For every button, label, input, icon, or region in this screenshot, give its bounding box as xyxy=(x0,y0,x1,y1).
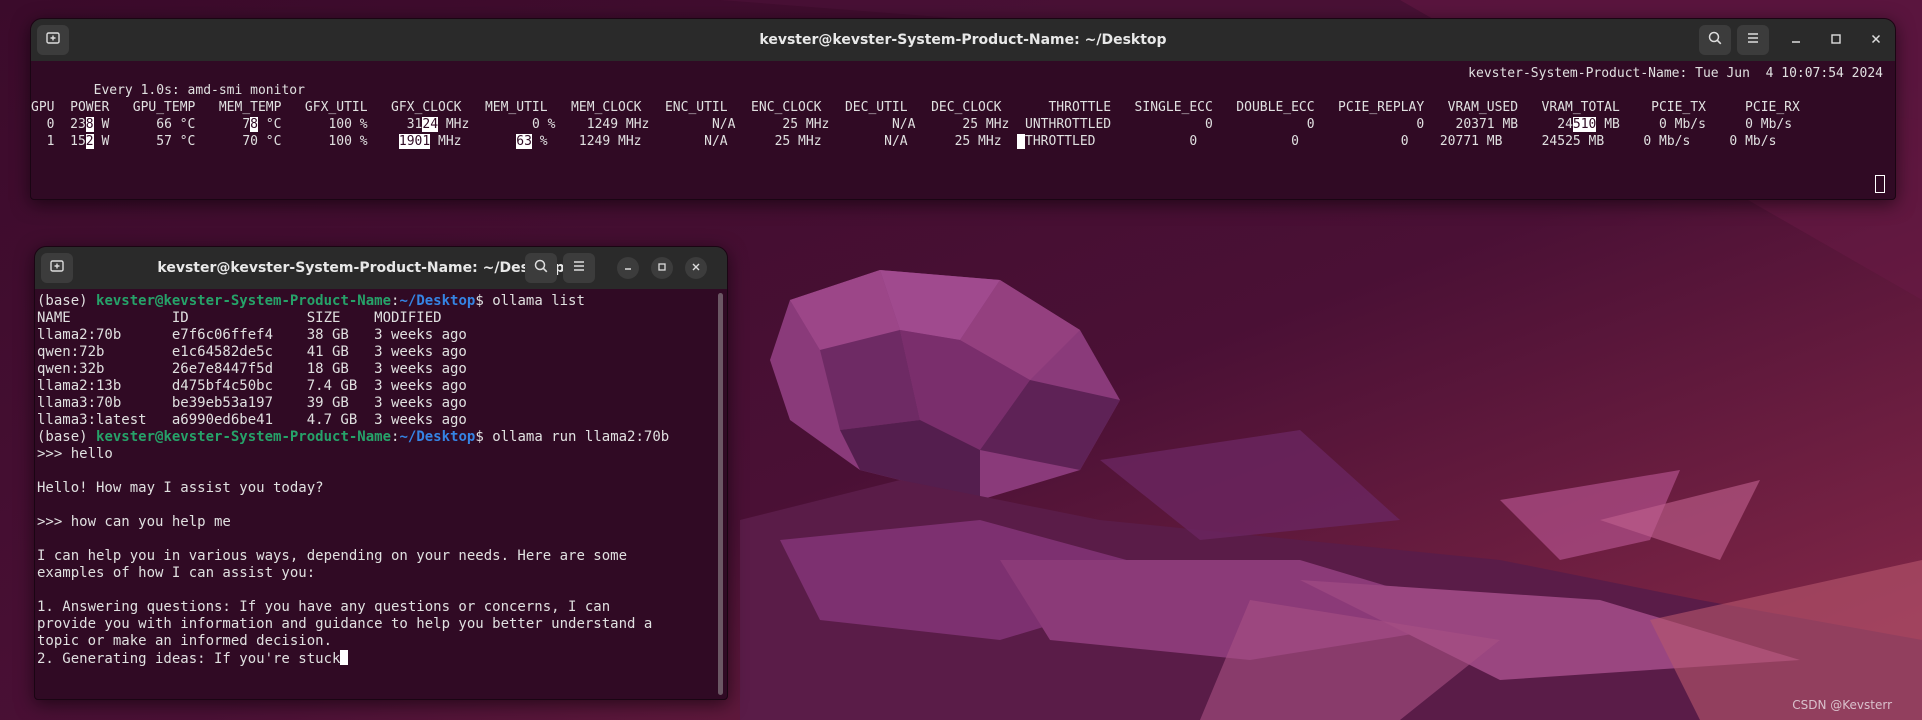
search-icon xyxy=(533,258,549,278)
gpu1-highlight xyxy=(1017,134,1026,149)
window-title: kevster@kevster-System-Product-Name: ~/D… xyxy=(759,32,1167,48)
prompt-user: kevster@kevster-System-Product-Name xyxy=(96,429,392,445)
chat-line: examples of how I can assist you: xyxy=(37,565,316,581)
minimize-icon xyxy=(1790,33,1802,48)
prompt-path: ~/Desktop xyxy=(399,429,476,445)
gpu0-text: MB 0 Mb/s 0 Mb/s xyxy=(1596,117,1793,132)
maximize-icon xyxy=(1830,33,1842,48)
terminal-cursor xyxy=(1875,175,1885,193)
ollama-terminal-window[interactable]: kevster@kevster-System-Product-Name: ~/D… xyxy=(34,246,728,700)
watch-header-line: Every 1.0s: amd-smi monitor kevster-Syst… xyxy=(31,65,1895,98)
model-list-header: NAME ID SIZE MODIFIED xyxy=(37,310,442,326)
new-tab-icon xyxy=(49,258,65,278)
gpu0-highlight: 8 xyxy=(250,117,258,132)
monitor-terminal-window[interactable]: kevster@kevster-System-Product-Name: ~/D… xyxy=(30,18,1896,200)
model-row: llama3:70b be39eb53a197 39 GB 3 weeks ag… xyxy=(37,395,467,411)
search-button[interactable] xyxy=(1699,25,1731,55)
chat-line: topic or make an informed decision. xyxy=(37,633,333,649)
close-button[interactable] xyxy=(1865,29,1887,51)
menu-button[interactable] xyxy=(563,253,595,283)
gpu0-text: °C 100 % 31 xyxy=(258,117,423,132)
terminal-cursor xyxy=(340,650,349,665)
gpu0-highlight: 8 xyxy=(85,117,94,132)
gpu0-highlight: 24 xyxy=(422,117,439,132)
gpu-table-header: GPU POWER GPU_TEMP MEM_TEMP GFX_UTIL GFX… xyxy=(31,100,1800,115)
new-tab-icon xyxy=(45,30,61,50)
prompt-env: (base) xyxy=(37,429,97,445)
model-row: qwen:72b e1c64582de5c 41 GB 3 weeks ago xyxy=(37,344,467,360)
model-row: llama3:latest a6990ed6be41 4.7 GB 3 week… xyxy=(37,412,467,428)
gpu0-text: MHz 0 % 1249 MHz N/A 25 MHz N/A 25 MHz U… xyxy=(438,117,1573,132)
chat-line: Hello! How may I assist you today? xyxy=(37,480,324,496)
chat-line: >>> hello xyxy=(37,446,113,462)
chat-line-last: 2. Generating ideas: If you're stuck xyxy=(37,650,713,667)
model-row: llama2:13b d475bf4c50bc 7.4 GB 3 weeks a… xyxy=(37,378,467,394)
menu-button[interactable] xyxy=(1737,25,1769,55)
prompt-env: (base) xyxy=(37,293,97,309)
monitor-titlebar[interactable]: kevster@kevster-System-Product-Name: ~/D… xyxy=(31,19,1895,61)
new-tab-button[interactable] xyxy=(37,25,69,55)
gpu1-highlight: 1901 xyxy=(398,134,431,149)
prompt-path: ~/Desktop xyxy=(399,293,476,309)
prompt-dollar: $ xyxy=(475,429,493,445)
window-title: kevster@kevster-System-Product-Name: ~/D… xyxy=(157,260,565,276)
ollama-titlebar[interactable]: kevster@kevster-System-Product-Name: ~/D… xyxy=(35,247,727,289)
chat-line xyxy=(37,582,713,599)
gpu-row-1: 1 152 W 57 °C 70 °C 100 % 1901 MHz 63 % … xyxy=(31,133,1895,150)
gpu1-text: W 57 °C 70 °C 100 % xyxy=(93,134,399,149)
watch-header-right: kevster-System-Product-Name: Tue Jun 4 1… xyxy=(1468,66,1883,81)
chat-line: provide you with information and guidanc… xyxy=(37,616,653,632)
prompt-user: kevster@kevster-System-Product-Name xyxy=(96,293,392,309)
minimize-button[interactable] xyxy=(1785,29,1807,51)
maximize-button[interactable] xyxy=(651,257,673,279)
maximize-icon xyxy=(657,261,667,275)
chat-line: 1. Answering questions: If you have any … xyxy=(37,599,611,615)
watch-header-left: Every 1.0s: amd-smi monitor xyxy=(93,83,305,98)
chat-line xyxy=(37,531,713,548)
chat-line: >>> how can you help me xyxy=(37,514,231,530)
prompt-line-1: (base) kevster@kevster-System-Product-Na… xyxy=(37,293,713,310)
model-row: qwen:32b 26e7e8447f5d 18 GB 3 weeks ago xyxy=(37,361,467,377)
gpu1-highlight: 63 xyxy=(516,134,532,149)
gpu-row-0: 0 238 W 66 °C 78 °C 100 % 3124 MHz 0 % 1… xyxy=(31,116,1895,133)
watermark: CSDN @Kevsterr xyxy=(1792,698,1892,712)
minimize-icon xyxy=(623,261,633,275)
maximize-button[interactable] xyxy=(1825,29,1847,51)
monitor-terminal-content[interactable]: Every 1.0s: amd-smi monitor kevster-Syst… xyxy=(31,61,1895,199)
gpu1-highlight: 2 xyxy=(85,134,94,149)
close-icon xyxy=(691,261,701,275)
menu-icon xyxy=(571,258,587,278)
chat-text: 2. Generating ideas: If you're stuck xyxy=(37,651,341,667)
chat-line: I can help you in various ways, dependin… xyxy=(37,548,628,564)
menu-icon xyxy=(1745,30,1761,50)
close-icon xyxy=(1870,33,1882,48)
terminal-scrollbar[interactable] xyxy=(718,293,723,695)
gpu0-text: W 66 °C 7 xyxy=(93,117,251,132)
minimize-button[interactable] xyxy=(617,257,639,279)
command-text: ollama list xyxy=(492,293,585,309)
gpu1-text: MHz xyxy=(430,134,517,149)
gpu0-highlight: 510 xyxy=(1572,117,1597,132)
new-tab-button[interactable] xyxy=(41,253,73,283)
search-button[interactable] xyxy=(525,253,557,283)
prompt-line-2: (base) kevster@kevster-System-Product-Na… xyxy=(37,429,713,446)
chat-line xyxy=(37,497,713,514)
model-row: llama2:70b e7f6c06ffef4 38 GB 3 weeks ag… xyxy=(37,327,467,343)
gpu1-text: 1 15 xyxy=(31,134,86,149)
command-text: ollama run llama2:70b xyxy=(492,429,670,445)
gpu1-text: % 1249 MHz N/A 25 MHz N/A 25 MHz xyxy=(531,134,1018,149)
search-icon xyxy=(1707,30,1723,50)
close-button[interactable] xyxy=(685,257,707,279)
chat-line xyxy=(37,463,713,480)
ollama-terminal-content[interactable]: (base) kevster@kevster-System-Product-Na… xyxy=(35,289,727,699)
gpu1-text: THROTTLED 0 0 0 20771 MB 24525 MB 0 Mb/s… xyxy=(1025,134,1777,149)
prompt-dollar: $ xyxy=(475,293,493,309)
